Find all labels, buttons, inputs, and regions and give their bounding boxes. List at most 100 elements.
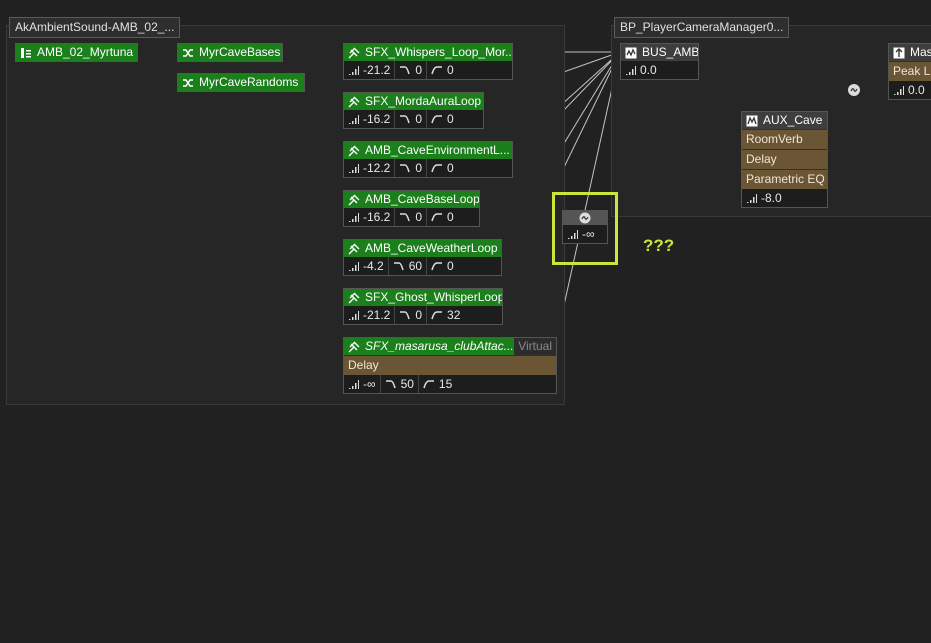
master-label: Mas xyxy=(910,45,931,59)
highpass-icon xyxy=(423,380,434,389)
volume-value: -21.2 xyxy=(363,63,391,77)
volume-icon xyxy=(349,311,359,320)
sound-node[interactable]: AMB_CaveEnvironmentL... -12.2 0 0 xyxy=(343,141,513,178)
volume-icon xyxy=(747,194,757,203)
highpass-value: 0 xyxy=(447,259,454,273)
sound-voice-icon xyxy=(348,145,360,156)
volume-value: -∞ xyxy=(363,377,376,391)
volume-icon xyxy=(349,115,359,124)
bus-label: BUS_AMB xyxy=(642,45,698,59)
sound-node[interactable]: SFX_MordaAuraLoop -16.2 0 0 xyxy=(343,92,484,129)
aux-bus-icon xyxy=(746,115,758,126)
random-container-icon xyxy=(183,78,193,87)
effect-slot: RoomVerb xyxy=(742,129,827,149)
volume-icon xyxy=(349,380,359,389)
effect-slot: Delay xyxy=(742,149,827,169)
sound-label: SFX_Ghost_WhisperLoop xyxy=(365,290,502,304)
bus-icon xyxy=(625,47,637,58)
sound-label: SFX_masarusa_clubAttac... xyxy=(365,339,514,353)
container-label: MyrCaveBases xyxy=(199,45,281,59)
sound-node[interactable]: SFX_Whispers_Loop_Mor... -21.2 0 0 xyxy=(343,43,513,80)
highpass-icon xyxy=(431,164,443,173)
highpass-value: 0 xyxy=(447,161,454,175)
container-node[interactable]: MyrCaveBases xyxy=(177,43,283,62)
send-point-icon[interactable] xyxy=(848,84,860,96)
volume-icon xyxy=(349,66,359,75)
master-bus-node[interactable]: Mas Peak Li 0.0 xyxy=(888,43,931,100)
lowpass-icon xyxy=(400,164,411,173)
random-container-icon xyxy=(183,48,193,57)
highpass-icon xyxy=(431,213,443,222)
lowpass-value: 0 xyxy=(415,112,423,126)
highpass-icon xyxy=(431,311,443,320)
volume-icon xyxy=(894,86,904,95)
sound-source-icon xyxy=(21,47,31,58)
volume-value: -21.2 xyxy=(363,308,391,322)
volume-value: 0.0 xyxy=(640,63,657,77)
aux-bus-node[interactable]: AUX_Cave RoomVerb Delay Parametric EQ -8… xyxy=(741,111,828,208)
lowpass-value: 0 xyxy=(415,210,423,224)
lowpass-value: 60 xyxy=(408,259,423,273)
sound-voice-icon xyxy=(348,194,360,205)
lowpass-icon xyxy=(393,262,404,271)
annotation-text: ??? xyxy=(643,236,675,255)
virtual-badge: Virtual xyxy=(514,338,556,355)
effect-slot: Peak Li xyxy=(889,61,931,81)
sound-label: SFX_Whispers_Loop_Mor... xyxy=(365,45,512,59)
highpass-icon xyxy=(431,262,443,271)
effect-slot: Delay xyxy=(344,355,556,375)
sound-voice-icon xyxy=(348,341,360,352)
sound-node[interactable]: SFX_Ghost_WhisperLoop -21.2 0 32 xyxy=(343,288,503,325)
volume-icon xyxy=(568,230,578,239)
sound-label: SFX_MordaAuraLoop xyxy=(365,94,482,108)
volume-icon xyxy=(349,262,359,271)
sound-node[interactable]: AMB_CaveWeatherLoop -4.2 60 0 xyxy=(343,239,502,276)
virtual-sound-node[interactable]: SFX_masarusa_clubAttac... Virtual Delay … xyxy=(343,337,557,394)
sound-label: AMB_CaveBaseLoop xyxy=(365,192,479,206)
container-node[interactable]: MyrCaveRandoms xyxy=(177,73,305,92)
lowpass-value: 0 xyxy=(415,308,423,322)
lowpass-icon xyxy=(400,311,411,320)
lowpass-icon xyxy=(385,380,396,389)
volume-icon xyxy=(626,66,636,75)
volume-icon xyxy=(349,164,359,173)
camera-manager-group-title: BP_PlayerCameraManager0... xyxy=(614,17,790,38)
effect-slot: Parametric EQ xyxy=(742,169,827,189)
container-label: MyrCaveRandoms xyxy=(199,75,299,89)
volume-value: -8.0 xyxy=(761,191,782,205)
volume-value: -4.2 xyxy=(363,259,384,273)
source-label: AMB_02_Myrtuna xyxy=(37,45,134,59)
lowpass-icon xyxy=(400,115,411,124)
volume-icon xyxy=(349,213,359,222)
sound-label: AMB_CaveEnvironmentL... xyxy=(365,143,510,157)
ambient-sound-group-title: AkAmbientSound-AMB_02_... xyxy=(9,17,181,38)
highpass-icon xyxy=(431,115,443,124)
lowpass-icon xyxy=(400,66,411,75)
sound-voice-icon xyxy=(348,243,360,254)
sound-voice-icon xyxy=(348,292,360,303)
lowpass-value: 0 xyxy=(415,161,423,175)
highpass-icon xyxy=(431,66,443,75)
lowpass-value: 0 xyxy=(415,63,423,77)
volume-value: -12.2 xyxy=(363,161,391,175)
volume-value: -16.2 xyxy=(363,210,391,224)
lowpass-value: 50 xyxy=(400,377,414,391)
aux-label: AUX_Cave xyxy=(763,113,823,127)
highpass-value: 32 xyxy=(447,308,461,322)
send-icon xyxy=(579,212,591,224)
master-bus-icon xyxy=(893,47,905,58)
volume-value: -16.2 xyxy=(363,112,391,126)
sound-node[interactable]: AMB_CaveBaseLoop -16.2 0 0 xyxy=(343,190,480,227)
lowpass-icon xyxy=(400,213,411,222)
sound-voice-icon xyxy=(348,47,360,58)
bus-node[interactable]: BUS_AMB 0.0 xyxy=(620,43,699,80)
volume-value: 0.0 xyxy=(908,83,925,97)
send-node[interactable]: -∞ xyxy=(562,210,608,244)
source-node[interactable]: AMB_02_Myrtuna xyxy=(15,43,138,62)
highpass-value: 0 xyxy=(447,210,454,224)
sound-label: AMB_CaveWeatherLoop xyxy=(365,241,498,255)
highpass-value: 0 xyxy=(447,112,454,126)
highpass-value: 15 xyxy=(438,377,453,391)
highpass-value: 0 xyxy=(447,63,454,77)
sound-voice-icon xyxy=(348,96,360,107)
